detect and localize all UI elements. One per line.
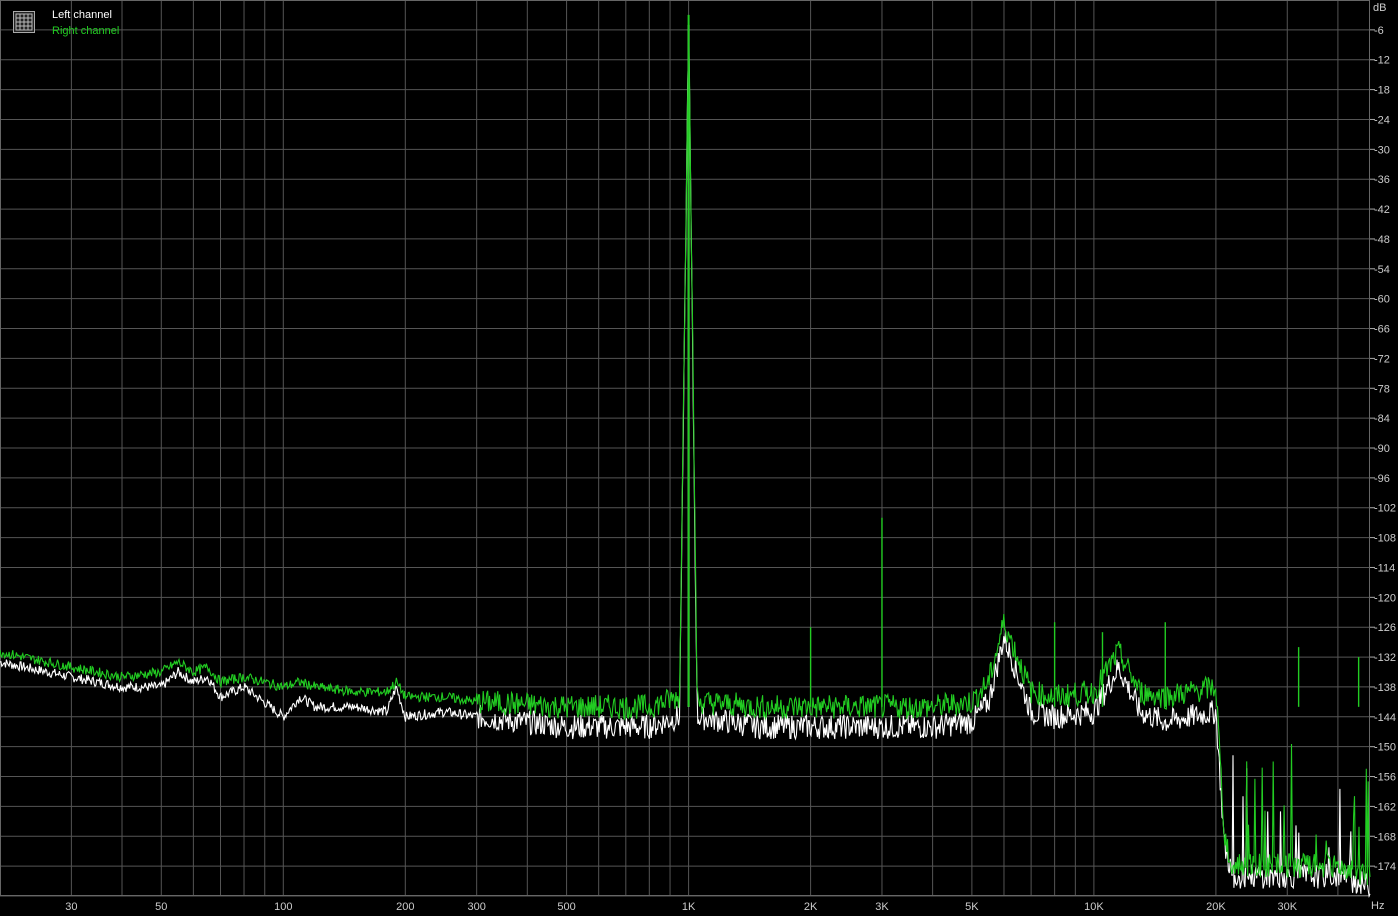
x-tick-label: 2K bbox=[804, 901, 818, 913]
y-tick-label: -30 bbox=[1374, 144, 1390, 156]
y-tick-label: -174 bbox=[1374, 861, 1396, 873]
y-tick-label: -120 bbox=[1374, 592, 1396, 604]
y-tick-label: -144 bbox=[1374, 712, 1396, 724]
x-tick-label: 1K bbox=[682, 901, 696, 913]
y-tick-label: -84 bbox=[1374, 413, 1390, 425]
y-tick-label: -138 bbox=[1374, 682, 1396, 694]
x-tick-label: 5K bbox=[965, 901, 979, 913]
x-tick-label: 10K bbox=[1084, 901, 1104, 913]
y-tick-label: -60 bbox=[1374, 294, 1390, 306]
y-tick-label: -48 bbox=[1374, 234, 1390, 246]
legend: Left channel Right channel bbox=[10, 8, 150, 44]
x-tick-label: 200 bbox=[396, 901, 414, 913]
x-tick-label: 500 bbox=[557, 901, 575, 913]
y-tick-label: -42 bbox=[1374, 204, 1390, 216]
y-tick-label: -156 bbox=[1374, 772, 1396, 784]
y-tick-label: -54 bbox=[1374, 264, 1390, 276]
y-unit-label: dB bbox=[1373, 2, 1386, 14]
x-tick-label: 100 bbox=[274, 901, 292, 913]
x-unit-label: Hz bbox=[1371, 900, 1384, 912]
legend-right-channel: Right channel bbox=[52, 25, 120, 37]
x-tick-label: 30 bbox=[65, 901, 77, 913]
y-tick-label: -102 bbox=[1374, 503, 1396, 515]
x-tick-label: 30K bbox=[1277, 901, 1297, 913]
spectrum-chart: -6 -12 -18 -24 -30 -36 -42 -48 -54 -60 -66 -72 -78 -8… bbox=[0, 0, 1398, 916]
spectrum-analyzer-window: -6 -12 -18 -24 -30 -36 -42 -48 -54 -60 -66 -72 -78 -8… bbox=[0, 0, 1398, 916]
legend-left-channel: Left channel bbox=[52, 9, 112, 21]
x-tick-label: 3K bbox=[875, 901, 889, 913]
y-tick-label: -108 bbox=[1374, 533, 1396, 545]
x-tick-label: 20K bbox=[1206, 901, 1226, 913]
y-tick-label: -150 bbox=[1374, 742, 1396, 754]
y-tick-label: -90 bbox=[1374, 443, 1390, 455]
y-tick-label: -78 bbox=[1374, 383, 1390, 395]
y-tick-label: -126 bbox=[1374, 622, 1396, 634]
y-tick-label: -132 bbox=[1374, 652, 1396, 664]
x-tick-label: 300 bbox=[467, 901, 485, 913]
y-tick-label: -72 bbox=[1374, 353, 1390, 365]
y-tick-label: -36 bbox=[1374, 174, 1390, 186]
plot-background bbox=[0, 0, 1398, 916]
y-tick-label: -12 bbox=[1374, 55, 1390, 67]
y-tick-label: -114 bbox=[1374, 562, 1395, 574]
y-tick-label: -162 bbox=[1374, 801, 1396, 813]
y-tick-label: -168 bbox=[1374, 831, 1396, 843]
y-tick-label: -18 bbox=[1374, 85, 1390, 97]
grid-icon[interactable] bbox=[13, 11, 35, 33]
y-tick-label: -66 bbox=[1374, 324, 1390, 336]
x-tick-label: 50 bbox=[155, 901, 167, 913]
y-tick-label: -96 bbox=[1374, 473, 1390, 485]
y-tick-label: -6 bbox=[1374, 25, 1384, 37]
y-tick-label: -24 bbox=[1374, 114, 1390, 126]
